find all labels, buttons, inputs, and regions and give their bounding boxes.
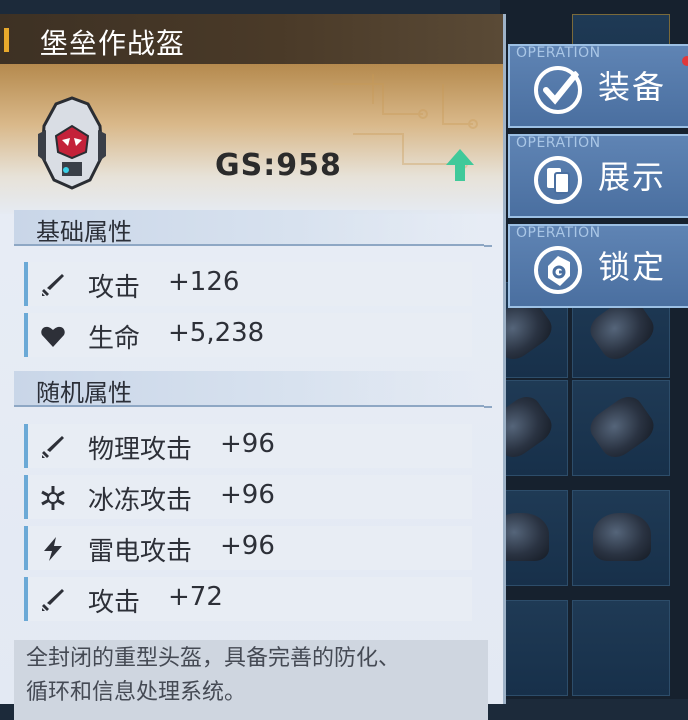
operation-caption: OPERATION <box>516 45 601 61</box>
stat-row: 物理攻击 +96 <box>24 424 472 468</box>
description-line: 循环和信息处理系统。 <box>26 680 247 705</box>
gear-score: GS:958 <box>215 148 342 183</box>
heart-icon <box>41 326 65 347</box>
item-title: 堡垒作战盔 <box>40 27 186 60</box>
stat-row: 生命 +5,238 <box>24 313 472 357</box>
stat-name: 雷电攻击 <box>88 537 193 567</box>
stat-row: 雷电攻击 +96 <box>24 526 472 570</box>
random-stats-title: 随机属性 <box>36 379 132 407</box>
equip-label: 装备 <box>598 68 667 106</box>
lock-tag-icon <box>534 246 582 294</box>
showcase-label: 展示 <box>598 158 667 196</box>
section-divider <box>484 406 492 408</box>
stat-name: 攻击 <box>88 588 141 618</box>
helmet-gear-icon <box>593 513 651 561</box>
lock-label: 锁定 <box>598 248 667 286</box>
green-up-arrow-icon <box>446 149 474 181</box>
stat-name: 攻击 <box>88 273 141 303</box>
lightning-icon <box>44 537 62 561</box>
stat-name: 物理攻击 <box>88 435 193 465</box>
stat-value: +5,238 <box>168 318 265 348</box>
cards-icon <box>534 156 582 204</box>
stat-row: 冰冻攻击 +96 <box>24 475 472 519</box>
notification-dot <box>682 56 688 66</box>
title-bar: 堡垒作战盔 <box>0 14 503 64</box>
item-detail-panel: 堡垒作战盔 GS:958 基础属性 攻击 +126 生命 +5,238 随机属性… <box>0 14 506 720</box>
inventory-slot[interactable] <box>572 380 670 476</box>
random-stats-header: 随机属性 <box>14 371 492 408</box>
sword-icon <box>42 274 64 296</box>
basic-stats-header: 基础属性 <box>14 210 492 247</box>
stat-value: +96 <box>220 480 275 510</box>
sword-icon <box>42 589 64 611</box>
showcase-button[interactable]: OPERATION 展示 <box>508 134 688 218</box>
basic-stats-title: 基础属性 <box>36 218 132 246</box>
lock-button[interactable]: OPERATION 锁定 <box>508 224 688 308</box>
stat-name: 生命 <box>88 324 141 354</box>
section-divider <box>484 245 492 247</box>
operation-caption: OPERATION <box>516 225 601 241</box>
stat-name: 冰冻攻击 <box>88 486 193 516</box>
stat-row: 攻击 +72 <box>24 577 472 621</box>
inventory-slot[interactable] <box>572 490 670 586</box>
operation-caption: OPERATION <box>516 135 601 151</box>
stat-value: +96 <box>220 429 275 459</box>
stat-value: +96 <box>220 531 275 561</box>
sword-icon <box>42 436 64 458</box>
helmet-icon <box>38 96 106 190</box>
snowflake-icon <box>41 486 65 510</box>
circuit-pattern-icon <box>333 74 478 169</box>
description-line: 全封闭的重型头盔，具备完善的防化、 <box>26 646 401 671</box>
title-accent <box>4 28 9 52</box>
stat-value: +126 <box>168 267 240 297</box>
item-description: 全封闭的重型头盔，具备完善的防化、 循环和信息处理系统。 <box>14 640 488 720</box>
check-icon <box>534 66 582 114</box>
equip-button[interactable]: OPERATION 装备 <box>508 44 688 128</box>
inventory-slot[interactable] <box>572 600 670 696</box>
stat-value: +72 <box>168 582 223 612</box>
stat-row: 攻击 +126 <box>24 262 472 306</box>
arm-gear-icon <box>584 390 660 464</box>
